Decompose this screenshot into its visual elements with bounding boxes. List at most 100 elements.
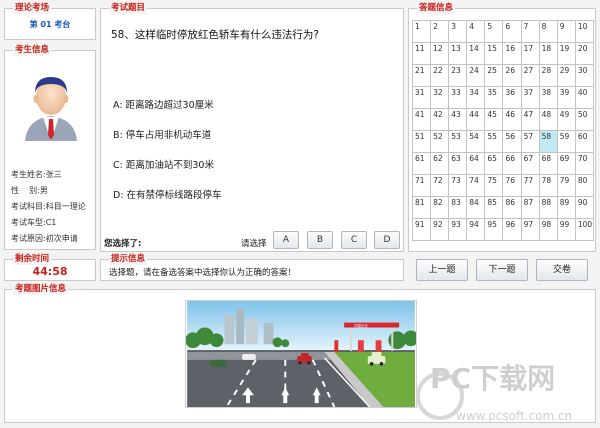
- answer-grid-cell[interactable]: 54: [466, 130, 486, 153]
- answer-grid-cell[interactable]: 93: [448, 218, 468, 241]
- answer-grid-cell[interactable]: 12: [430, 42, 450, 65]
- answer-grid-cell[interactable]: 27: [520, 64, 540, 87]
- answer-grid-cell[interactable]: 15: [484, 42, 504, 65]
- answer-grid-cell[interactable]: 97: [520, 218, 540, 241]
- answer-grid-cell[interactable]: 51: [411, 130, 432, 153]
- answer-grid-cell[interactable]: 17: [520, 42, 540, 65]
- answer-grid-cell[interactable]: 61: [411, 152, 432, 175]
- answer-grid-cell[interactable]: 10: [574, 20, 595, 43]
- answer-grid-cell[interactable]: 52: [430, 130, 450, 153]
- answer-grid-cell[interactable]: 74: [466, 174, 486, 197]
- answer-c-button[interactable]: C: [341, 231, 367, 249]
- next-question-button[interactable]: 下一题: [476, 259, 528, 281]
- prev-question-button[interactable]: 上一题: [416, 259, 468, 281]
- answer-grid-cell[interactable]: 28: [538, 64, 558, 87]
- answer-grid-cell[interactable]: 80: [574, 174, 595, 197]
- answer-grid-cell[interactable]: 94: [466, 218, 486, 241]
- answer-grid-cell[interactable]: 48: [538, 108, 558, 131]
- answer-grid-cell[interactable]: 62: [430, 152, 450, 175]
- answer-grid-cell[interactable]: 18: [538, 42, 558, 65]
- answer-grid-cell[interactable]: 44: [466, 108, 486, 131]
- answer-grid-cell[interactable]: 9: [556, 20, 576, 43]
- answer-grid-cell[interactable]: 26: [502, 64, 522, 87]
- answer-grid-cell[interactable]: 40: [574, 86, 595, 109]
- answer-grid-cell[interactable]: 30: [574, 64, 595, 87]
- answer-grid-cell[interactable]: 11: [411, 42, 432, 65]
- answer-grid-cell[interactable]: 88: [538, 196, 558, 219]
- answer-grid-cell[interactable]: 81: [411, 196, 432, 219]
- answer-grid-cell[interactable]: 91: [411, 218, 432, 241]
- answer-grid-cell[interactable]: 29: [556, 64, 576, 87]
- answer-grid-cell[interactable]: 14: [466, 42, 486, 65]
- answer-grid-cell[interactable]: 42: [430, 108, 450, 131]
- answer-grid-cell[interactable]: 58: [538, 130, 558, 153]
- answer-grid-cell[interactable]: 78: [538, 174, 558, 197]
- answer-grid-cell[interactable]: 35: [484, 86, 504, 109]
- answer-grid-cell[interactable]: 49: [556, 108, 576, 131]
- answer-grid-cell[interactable]: 39: [556, 86, 576, 109]
- answer-grid-cell[interactable]: 19: [556, 42, 576, 65]
- answer-grid-cell[interactable]: 45: [484, 108, 504, 131]
- answer-grid-cell[interactable]: 67: [520, 152, 540, 175]
- answer-grid-cell[interactable]: 60: [574, 130, 595, 153]
- answer-grid-cell[interactable]: 8: [538, 20, 558, 43]
- answer-d-button[interactable]: D: [374, 231, 400, 249]
- answer-grid-cell[interactable]: 3: [448, 20, 468, 43]
- answer-grid-cell[interactable]: 23: [448, 64, 468, 87]
- answer-grid-cell[interactable]: 99: [556, 218, 576, 241]
- answer-grid-cell[interactable]: 68: [538, 152, 558, 175]
- answer-grid-cell[interactable]: 6: [502, 20, 522, 43]
- answer-grid-cell[interactable]: 53: [448, 130, 468, 153]
- answer-grid-cell[interactable]: 86: [502, 196, 522, 219]
- answer-grid-cell[interactable]: 4: [466, 20, 486, 43]
- answer-grid-cell[interactable]: 92: [430, 218, 450, 241]
- answer-grid-cell[interactable]: 95: [484, 218, 504, 241]
- answer-grid-cell[interactable]: 66: [502, 152, 522, 175]
- answer-grid-cell[interactable]: 72: [430, 174, 450, 197]
- answer-grid-cell[interactable]: 47: [520, 108, 540, 131]
- answer-grid-cell[interactable]: 43: [448, 108, 468, 131]
- answer-grid-cell[interactable]: 85: [484, 196, 504, 219]
- answer-grid-cell[interactable]: 96: [502, 218, 522, 241]
- answer-grid-cell[interactable]: 25: [484, 64, 504, 87]
- answer-grid-cell[interactable]: 55: [484, 130, 504, 153]
- answer-grid-cell[interactable]: 20: [574, 42, 595, 65]
- answer-grid-cell[interactable]: 79: [556, 174, 576, 197]
- answer-grid-cell[interactable]: 50: [574, 108, 595, 131]
- answer-grid-cell[interactable]: 32: [430, 86, 450, 109]
- answer-grid-cell[interactable]: 13: [448, 42, 468, 65]
- answer-b-button[interactable]: B: [307, 231, 333, 249]
- answer-grid-cell[interactable]: 24: [466, 64, 486, 87]
- answer-grid-cell[interactable]: 89: [556, 196, 576, 219]
- answer-grid-cell[interactable]: 59: [556, 130, 576, 153]
- answer-a-button[interactable]: A: [273, 231, 299, 249]
- answer-grid-cell[interactable]: 70: [574, 152, 595, 175]
- answer-grid-cell[interactable]: 56: [502, 130, 522, 153]
- answer-grid-cell[interactable]: 31: [411, 86, 432, 109]
- answer-grid-cell[interactable]: 63: [448, 152, 468, 175]
- answer-grid-cell[interactable]: 7: [520, 20, 540, 43]
- answer-grid-cell[interactable]: 82: [430, 196, 450, 219]
- answer-grid-cell[interactable]: 83: [448, 196, 468, 219]
- answer-grid-cell[interactable]: 34: [466, 86, 486, 109]
- answer-grid-cell[interactable]: 21: [411, 64, 432, 87]
- answer-grid-cell[interactable]: 37: [520, 86, 540, 109]
- answer-grid-cell[interactable]: 76: [502, 174, 522, 197]
- answer-grid-cell[interactable]: 87: [520, 196, 540, 219]
- answer-grid-cell[interactable]: 90: [574, 196, 595, 219]
- answer-grid-cell[interactable]: 36: [502, 86, 522, 109]
- answer-grid-cell[interactable]: 71: [411, 174, 432, 197]
- answer-grid-cell[interactable]: 73: [448, 174, 468, 197]
- answer-grid-cell[interactable]: 16: [502, 42, 522, 65]
- submit-exam-button[interactable]: 交卷: [536, 259, 588, 281]
- answer-grid-cell[interactable]: 64: [466, 152, 486, 175]
- answer-grid-cell[interactable]: 2: [430, 20, 450, 43]
- answer-grid-cell[interactable]: 41: [411, 108, 432, 131]
- answer-grid-cell[interactable]: 100: [574, 218, 595, 241]
- answer-grid-cell[interactable]: 57: [520, 130, 540, 153]
- answer-grid-cell[interactable]: 77: [520, 174, 540, 197]
- answer-grid-cell[interactable]: 5: [484, 20, 504, 43]
- answer-grid-cell[interactable]: 75: [484, 174, 504, 197]
- answer-grid-cell[interactable]: 33: [448, 86, 468, 109]
- answer-grid-cell[interactable]: 22: [430, 64, 450, 87]
